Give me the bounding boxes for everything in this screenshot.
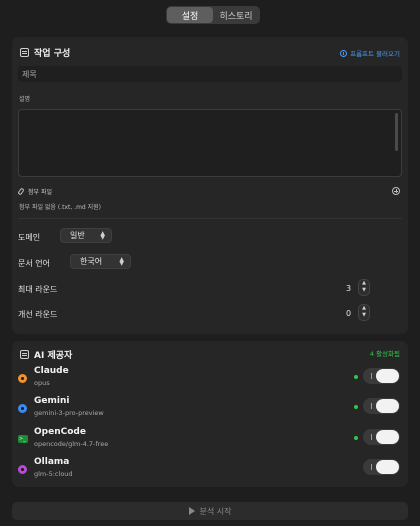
provider-row-opencode: >_ OpenCode opencode/glm-4.7-free [12, 427, 408, 455]
status-dot [354, 436, 358, 440]
provider-name: Ollama [34, 457, 70, 467]
claude-icon [18, 374, 27, 383]
status-dot [354, 405, 358, 409]
ollama-icon [18, 465, 27, 474]
provider-row-claude: Claude opus [12, 366, 408, 394]
max-rounds-label: 최대 라운드 [18, 285, 58, 294]
language-value: 한국어 [80, 257, 103, 266]
chevron-updown-icon: ▲ ▼ [119, 256, 124, 267]
domain-value: 일반 [70, 231, 85, 240]
domain-select[interactable]: 일반 ▲ ▼ [60, 228, 112, 243]
ollama-toggle[interactable] [363, 459, 400, 475]
chevron-updown-icon: ▲ ▼ [100, 230, 105, 241]
view-tabs: 설정 히스토리 [166, 6, 260, 24]
attachment-header: 첨부 파일 [17, 187, 52, 196]
max-rounds-value: 3 [346, 284, 352, 293]
provider-model: opencode/glm-4.7-free [34, 440, 109, 448]
attachment-label: 첨부 파일 [28, 189, 52, 196]
active-count-badge: 4 활성화됨 [369, 350, 400, 358]
add-attachment-icon[interactable] [392, 187, 400, 195]
task-config-title: 작업 구성 [34, 49, 71, 59]
divider [18, 218, 402, 219]
play-icon [188, 507, 195, 515]
claude-toggle[interactable] [363, 368, 400, 384]
paperclip-icon [17, 187, 25, 196]
domain-label: 도메인 [18, 233, 41, 242]
provider-model: gemini-3-pro-preview [34, 409, 104, 417]
improve-rounds-value: 0 [346, 309, 352, 318]
task-config-panel: 작업 구성 프롬프트 불러오기 설명 첨부 파일 첨부 파일 없음 (.txt,… [12, 37, 408, 334]
provider-model: glm-5:cloud [34, 470, 73, 478]
improve-rounds-stepper[interactable]: ▲ ▼ [358, 304, 370, 321]
start-analysis-button[interactable]: 분석 시작 [12, 502, 408, 520]
language-select[interactable]: 한국어 ▲ ▼ [70, 254, 131, 269]
status-dot [354, 375, 358, 379]
load-prompt-label: 프롬프트 불러오기 [350, 50, 400, 58]
provider-name: Gemini [34, 396, 70, 406]
provider-row-gemini: Gemini gemini-3-pro-preview [12, 396, 408, 424]
ai-providers-header: AI 제공자 [20, 348, 72, 361]
provider-name: OpenCode [34, 427, 86, 437]
ai-providers-title: AI 제공자 [34, 351, 73, 361]
clock-icon [340, 49, 348, 57]
ai-providers-panel: AI 제공자 4 활성화됨 Claude opus Gemini gemini-… [12, 341, 408, 487]
terminal-icon: >_ [18, 435, 28, 443]
document-icon [20, 48, 29, 57]
cpu-icon [20, 350, 29, 359]
language-label: 문서 언어 [18, 259, 50, 268]
title-input[interactable] [18, 66, 402, 82]
task-config-header: 작업 구성 [20, 46, 70, 59]
attachment-empty-text: 첨부 파일 없음 (.txt, .md 지원) [19, 204, 102, 211]
description-label: 설명 [19, 96, 31, 103]
tab-history[interactable]: 히스토리 [213, 7, 259, 23]
description-textarea[interactable] [18, 109, 402, 177]
max-rounds-stepper[interactable]: ▲ ▼ [358, 279, 370, 296]
description-scrollbar[interactable] [395, 113, 398, 151]
provider-row-ollama: Ollama glm-5:cloud [12, 457, 408, 485]
load-prompt-link[interactable]: 프롬프트 불러오기 [340, 48, 400, 58]
provider-model: opus [34, 379, 50, 387]
improve-rounds-label: 개선 라운드 [18, 310, 58, 319]
gemini-toggle[interactable] [363, 398, 400, 414]
gemini-icon [18, 404, 27, 413]
provider-name: Claude [34, 366, 69, 376]
opencode-toggle[interactable] [363, 429, 400, 445]
start-analysis-label: 분석 시작 [199, 506, 232, 516]
tab-settings[interactable]: 설정 [167, 7, 213, 23]
